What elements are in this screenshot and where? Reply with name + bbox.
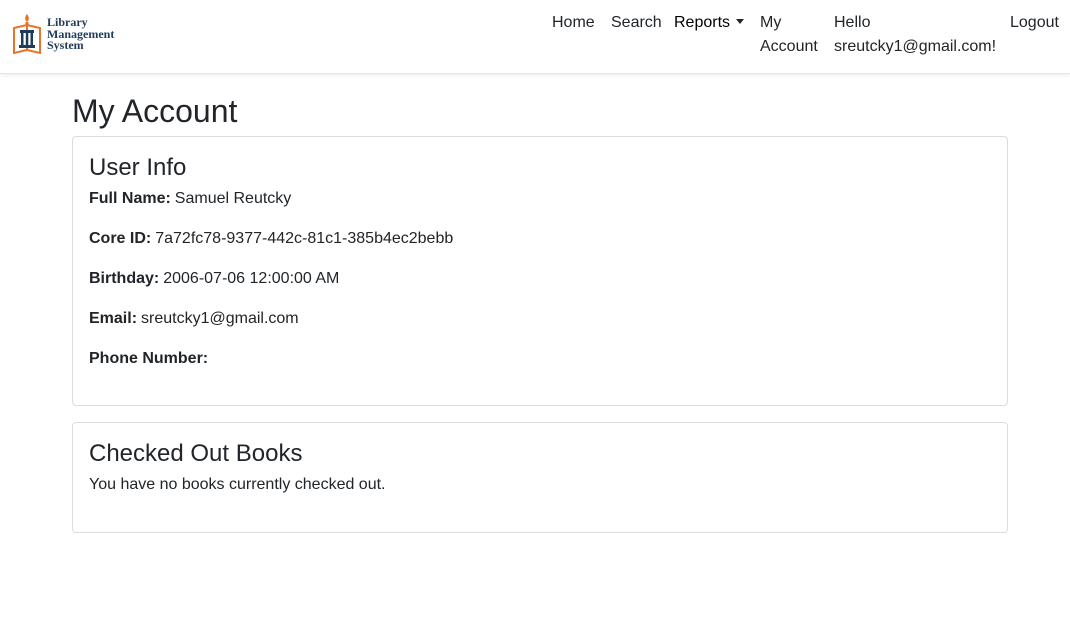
- no-books-message: You have no books currently checked out.: [89, 476, 386, 493]
- nav-hello-line-1: Hello: [834, 14, 871, 31]
- user-info-heading: User Info: [89, 154, 187, 181]
- core-id-row: Core ID: 7a72fc78-9377-442c-81c1-385b4ec2…: [89, 227, 991, 251]
- nav-my-account-line-1: My: [760, 14, 782, 31]
- full-name-row: Full Name: Samuel Reutcky: [89, 187, 991, 211]
- birthday-label: Birthday:: [89, 270, 160, 287]
- brand-link[interactable]: Library Management System: [12, 12, 114, 54]
- library-logo-icon: [13, 14, 41, 54]
- nav-logout-link[interactable]: Logout: [1010, 11, 1059, 35]
- checked-out-heading: Checked Out Books: [89, 440, 303, 467]
- full-name-value: Samuel Reutcky: [174, 190, 292, 207]
- nav-search-link[interactable]: Search: [611, 11, 662, 35]
- nav-reports-dropdown[interactable]: Reports: [674, 11, 745, 35]
- birthday-value: 2006-07-06 12:00:00 AM: [163, 270, 340, 287]
- page-title: My Account: [72, 93, 238, 129]
- brand-name: Library Management System: [47, 16, 114, 52]
- birthday-row: Birthday: 2006-07-06 12:00:00 AM: [89, 267, 991, 291]
- email-value: sreutcky1@gmail.com: [141, 310, 299, 327]
- nav-reports-label: Reports: [674, 14, 731, 31]
- nav-my-account-link[interactable]: My Account: [760, 11, 818, 59]
- full-name-label: Full Name:: [89, 190, 171, 207]
- main-content: My Account User Info Full Name: Samuel Re…: [72, 90, 1008, 533]
- user-info-card: User Info Full Name: Samuel Reutcky Core …: [72, 136, 1008, 406]
- top-navbar: Library Management System Home Search Re…: [0, 0, 1070, 74]
- phone-row: Phone Number:: [89, 347, 991, 371]
- chevron-down-icon: [736, 19, 745, 24]
- nav-my-account-line-2: Account: [760, 38, 818, 55]
- checked-out-books-card: Checked Out Books You have no books curr…: [72, 422, 1008, 533]
- phone-label: Phone Number:: [89, 350, 209, 367]
- email-label: Email:: [89, 310, 138, 327]
- email-row: Email: sreutcky1@gmail.com: [89, 307, 991, 331]
- nav-hello-line-2: sreutcky1@gmail.com!: [834, 38, 997, 55]
- nav-hello-user-link[interactable]: Hello sreutcky1@gmail.com!: [834, 11, 996, 59]
- nav-home-link[interactable]: Home: [552, 11, 595, 35]
- core-id-label: Core ID:: [89, 230, 152, 247]
- core-id-value: 7a72fc78-9377-442c-81c1-385b4ec2bebb: [155, 230, 454, 247]
- brand-line-3: System: [47, 38, 84, 52]
